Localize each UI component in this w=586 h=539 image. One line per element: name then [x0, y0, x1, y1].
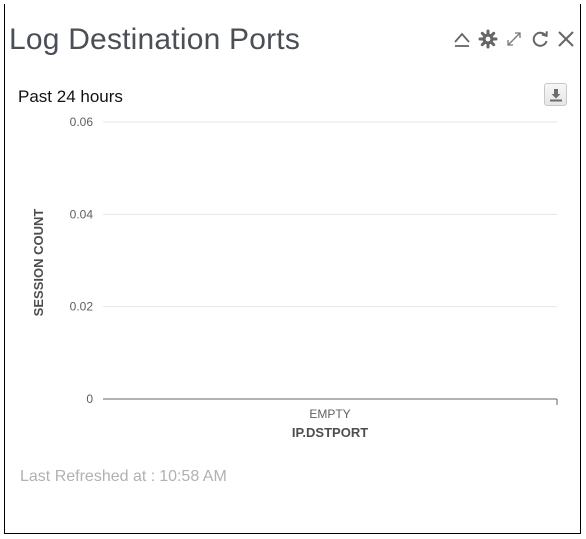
- x-tick-label: EMPTY: [309, 407, 350, 421]
- bar-chart: 0 0.02 0.04 0.06 EMPTY IP.DSTPORT SESSION C…: [31, 115, 558, 440]
- y-tick-label: 0.06: [70, 115, 94, 129]
- y-axis-title: SESSION COUNT: [31, 209, 46, 317]
- y-tick-label: 0.02: [70, 300, 94, 314]
- last-refreshed-label: Last Refreshed at :: [20, 468, 156, 485]
- last-refreshed: Last Refreshed at :10:58 AM: [20, 468, 227, 486]
- y-tick-label: 0: [86, 392, 93, 406]
- x-axis-title: IP.DSTPORT: [292, 425, 368, 440]
- dashlet: Log Destination Ports Past 24 hours 0 0.…: [4, 4, 581, 534]
- y-tick-label: 0.04: [70, 207, 94, 221]
- last-refreshed-time: 10:58 AM: [159, 468, 227, 485]
